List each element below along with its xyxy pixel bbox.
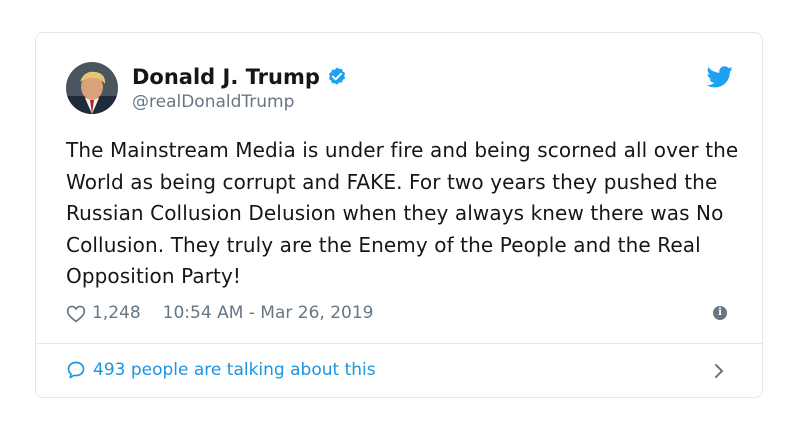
author-name-row[interactable]: Donald J. Trump: [132, 64, 348, 90]
tweet-meta: 1,248 10:54 AM - Mar 26, 2019: [66, 301, 374, 325]
timestamp[interactable]: 10:54 AM - Mar 26, 2019: [163, 301, 374, 325]
avatar[interactable]: [66, 62, 118, 114]
verified-badge-icon: [328, 67, 345, 85]
talking-label[interactable]: 493 people are talking about this: [93, 358, 376, 382]
tweet-text: The Mainstream Media is under fire and b…: [66, 138, 739, 288]
like-button[interactable]: 1,248: [66, 301, 141, 325]
speech-bubble-icon: [67, 361, 85, 379]
tweet-card[interactable]: Donald J. Trump @realDonaldTrump The Mai…: [35, 32, 763, 398]
author-name[interactable]: Donald J. Trump: [132, 64, 320, 90]
talking-about-link[interactable]: 493 people are talking about this: [66, 358, 376, 382]
like-count: 1,248: [92, 303, 141, 323]
info-icon[interactable]: i: [713, 306, 727, 320]
heart-icon: [66, 305, 86, 322]
twitter-bird-icon[interactable]: [707, 66, 733, 88]
divider: [36, 343, 762, 344]
author-handle[interactable]: @realDonaldTrump: [132, 91, 294, 113]
chevron-right-icon[interactable]: [712, 362, 726, 380]
